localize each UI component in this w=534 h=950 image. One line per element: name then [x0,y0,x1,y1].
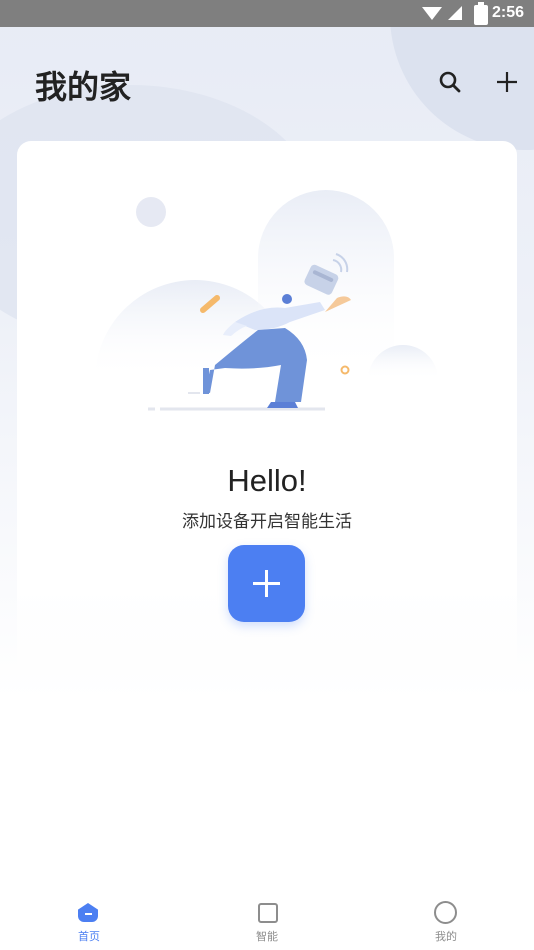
search-icon [439,71,461,93]
tab-profile-label: 我的 [435,930,457,943]
add-device-button[interactable] [228,545,305,622]
smart-icon [254,900,280,926]
tab-home-label: 首页 [78,930,100,943]
status-bar: 2:56 [0,0,534,27]
tab-smart[interactable]: 智能 [207,900,327,944]
cellular-icon [448,6,462,20]
tab-smart-label: 智能 [256,930,278,943]
tab-home[interactable]: 首页 [29,900,149,944]
empty-state-illustration [95,190,438,411]
profile-icon [433,900,459,926]
tab-profile[interactable]: 我的 [386,900,506,944]
battery-icon [474,2,488,25]
plus-icon [497,72,517,92]
status-time: 2:56 [491,4,524,21]
page-title: 我的家 [35,68,132,106]
wifi-icon [422,7,442,20]
home-icon [76,900,102,926]
add-button[interactable] [495,70,519,94]
empty-state-subtitle: 添加设备开启智能生活 [182,512,352,532]
bottom-tab-bar: 首页 智能 我的 [0,890,534,950]
search-button[interactable] [438,70,462,94]
empty-state-heading: Hello! [227,463,307,498]
